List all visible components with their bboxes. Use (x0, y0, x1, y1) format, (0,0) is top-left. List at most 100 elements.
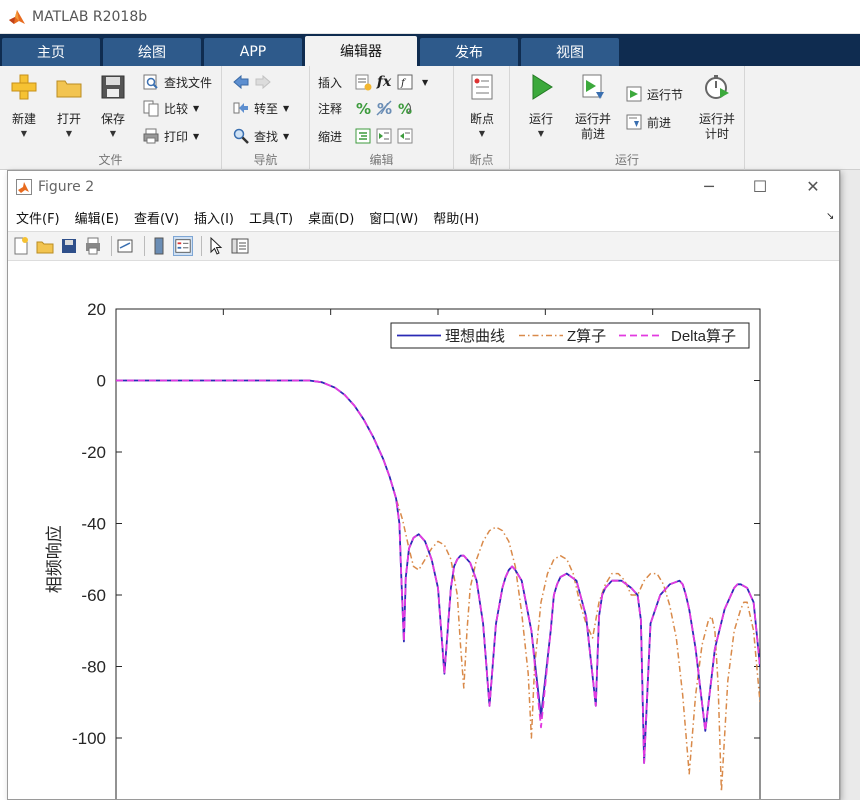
open-file-icon[interactable] (35, 236, 55, 256)
comment-percent-icon[interactable]: % (354, 99, 372, 117)
breakpoints-section-title: 断点 (469, 153, 494, 167)
toolbar-expand-icon[interactable]: ↘ (826, 211, 834, 222)
menu-edit[interactable]: 编辑(E) (75, 208, 119, 227)
increase-indent-icon[interactable] (375, 127, 393, 145)
edit-plot-cursor-icon[interactable] (206, 236, 226, 256)
back-arrow-icon[interactable] (232, 73, 250, 91)
new-figure-icon[interactable] (11, 236, 31, 256)
toolbar-separator (144, 236, 145, 256)
open-button[interactable]: 打开 ▼ (48, 72, 90, 138)
property-inspector-icon[interactable] (230, 236, 250, 256)
print-icon (143, 128, 159, 144)
insert-function-icon[interactable]: f (396, 73, 414, 91)
indent-label: 缩进 (318, 129, 343, 144)
run-and-advance-button[interactable]: 运行并 前进 (572, 72, 614, 142)
menu-help[interactable]: 帮助(H) (433, 208, 479, 227)
matlab-logo-icon (9, 9, 25, 24)
save-button[interactable]: 保存 ▼ (92, 72, 134, 138)
run-and-time-button[interactable]: 运行并 计时 (696, 72, 738, 142)
link-plot-icon[interactable] (116, 236, 136, 256)
menu-desktop[interactable]: 桌面(D) (308, 208, 354, 227)
insert-row: 插入 fx f ▼ (318, 72, 428, 92)
maximize-button[interactable]: ☐ (745, 177, 775, 197)
toolbar-separator (111, 236, 112, 256)
smart-indent-icon[interactable] (354, 127, 372, 145)
run-label: 运行 (528, 112, 553, 126)
toolbar-separator (201, 236, 202, 256)
tab-apps[interactable]: APP (204, 38, 302, 66)
y-tick-label: -40 (81, 515, 106, 534)
colorbar-icon[interactable] (149, 236, 169, 256)
comment-row: 注释 % % % (318, 98, 417, 118)
open-label: 打开 (56, 112, 81, 126)
goto-label: 转至 (254, 101, 279, 116)
tab-editor[interactable]: 编辑器 (305, 36, 417, 66)
run-section-label: 运行节 (647, 87, 684, 102)
figure-title: Figure 2 (38, 179, 95, 195)
goto-button[interactable]: 转至 ▼ (232, 98, 289, 118)
goto-icon (233, 102, 248, 114)
uncomment-icon[interactable]: % (375, 99, 393, 117)
breakpoints-label: 断点 (469, 112, 494, 126)
y-tick-label: -60 (81, 586, 106, 605)
insert-dropdown-arrow-icon[interactable]: ▼ (422, 78, 428, 87)
print-button[interactable]: 打印 ▼ (142, 126, 199, 146)
wrap-comments-icon[interactable]: % (396, 99, 414, 117)
file-section: 新建 ▼ 打开 ▼ 保存 ▼ 查找文件 比较 ▼ 打印 ▼ 文件 (0, 66, 222, 170)
run-section-button[interactable]: 运行节 (625, 84, 683, 104)
app-titlebar: MATLAB R2018b (0, 0, 860, 34)
menu-tools[interactable]: 工具(T) (249, 208, 293, 227)
run-section-title: 运行 (614, 153, 639, 167)
plot-area: 20 0 -20 -40 -60 -80 -100 相频响应 理想曲线 Z算子 Delta算子 (8, 262, 839, 799)
menu-file[interactable]: 文件(F) (16, 208, 60, 227)
print-label: 打印 (164, 129, 189, 144)
y-axis-label: 相频响应 (45, 525, 65, 593)
compare-label: 比较 (164, 101, 189, 116)
compare-icon (143, 100, 159, 117)
legend-label: Z算子 (567, 327, 606, 345)
navigate-section: 转至 ▼ 查找 ▼ 导航 (222, 66, 310, 170)
legend-icon[interactable] (173, 236, 193, 256)
insert-section-icon[interactable] (354, 73, 372, 91)
menu-insert[interactable]: 插入(I) (194, 208, 234, 227)
breakpoints-button[interactable]: 断点 ▼ (461, 72, 503, 138)
run-and-time-label-2: 计时 (704, 127, 729, 141)
close-button[interactable]: ✕ (798, 177, 828, 197)
tab-publish[interactable]: 发布 (420, 38, 518, 66)
new-button[interactable]: 新建 ▼ (3, 72, 45, 138)
run-section-icon (626, 86, 642, 102)
ribbon-tabstrip: 主页 绘图 APP 编辑器 发布 视图 (0, 34, 860, 66)
y-tick-label: -80 (81, 658, 106, 677)
forward-arrow-icon[interactable] (254, 73, 272, 91)
find-button[interactable]: 查找 ▼ (232, 126, 289, 146)
nav-arrows (232, 72, 276, 92)
fx-icon[interactable]: fx (375, 73, 393, 91)
new-dropdown-arrow-icon: ▼ (20, 129, 28, 138)
tab-home[interactable]: 主页 (2, 38, 100, 66)
edit-section-title: 编辑 (369, 153, 394, 167)
run-play-icon (532, 74, 553, 100)
y-tick-label: -20 (81, 443, 106, 462)
figure-menubar: 文件(F) 编辑(E) 查看(V) 插入(I) 工具(T) 桌面(D) 窗口(W… (8, 203, 839, 231)
advance-button[interactable]: 前进 (625, 112, 671, 132)
save-disk-icon (101, 75, 125, 99)
print-figure-icon[interactable] (83, 236, 103, 256)
find-files-icon (143, 74, 158, 90)
minimize-button[interactable]: ─ (694, 177, 724, 197)
menu-window[interactable]: 窗口(W) (369, 208, 418, 227)
tab-plots[interactable]: 绘图 (103, 38, 201, 66)
menu-view[interactable]: 查看(V) (134, 208, 179, 227)
open-dropdown-arrow-icon: ▼ (65, 129, 73, 138)
run-and-advance-icon (582, 74, 604, 99)
y-tick-label: 20 (87, 300, 106, 319)
run-button[interactable]: 运行 ▼ (520, 72, 562, 138)
decrease-indent-icon[interactable] (396, 127, 414, 145)
compare-button[interactable]: 比较 ▼ (142, 98, 199, 118)
svg-text:%: % (356, 100, 371, 117)
phase-response-chart[interactable]: 20 0 -20 -40 -60 -80 -100 相频响应 理想曲线 Z算子 Delta算子 (8, 262, 839, 799)
find-files-button[interactable]: 查找文件 (142, 72, 212, 92)
tab-view[interactable]: 视图 (521, 38, 619, 66)
print-dropdown-arrow-icon: ▼ (193, 131, 200, 141)
advance-label: 前进 (647, 115, 672, 130)
save-figure-icon[interactable] (59, 236, 79, 256)
